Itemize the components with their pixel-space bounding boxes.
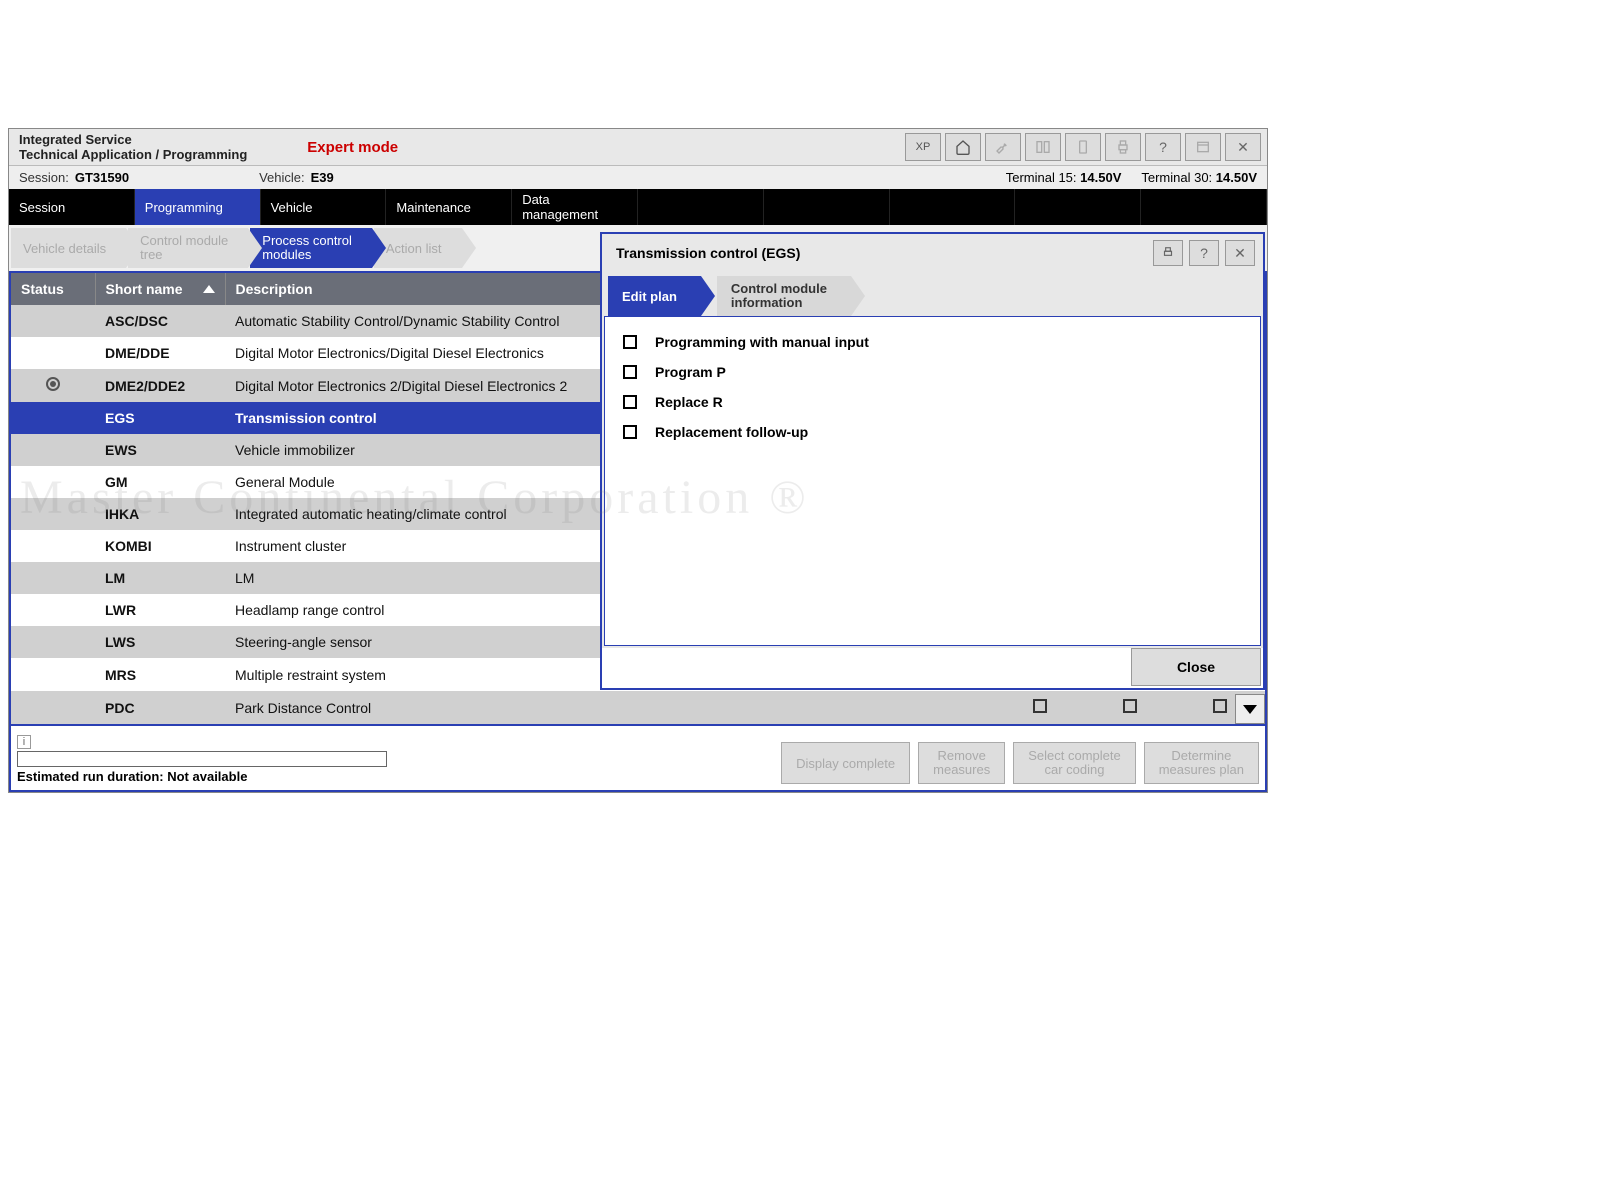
window-icon[interactable] xyxy=(1185,133,1221,161)
app-title-block: Integrated Service Technical Application… xyxy=(9,130,257,164)
sort-asc-icon xyxy=(203,285,215,293)
subtab-module-tree[interactable]: Control moduletree xyxy=(128,228,248,268)
app-title: Integrated Service xyxy=(19,132,247,147)
col-short-name[interactable]: Short name xyxy=(95,273,225,305)
app-subtitle: Technical Application / Programming xyxy=(19,147,247,162)
layout-icon[interactable] xyxy=(1025,133,1061,161)
tab-blank xyxy=(638,189,764,225)
xp-button[interactable]: XP xyxy=(905,133,941,161)
vehicle-value: E39 xyxy=(311,170,334,185)
btn-display-complete[interactable]: Display complete xyxy=(781,742,910,784)
short-name: LM xyxy=(95,562,225,594)
tab-session[interactable]: Session xyxy=(9,189,135,225)
checkbox-icon[interactable] xyxy=(1123,699,1137,713)
estimated-duration: Estimated run duration: Not available xyxy=(17,769,773,784)
option-row[interactable]: Replacement follow-up xyxy=(619,417,1246,447)
session-label: Session: xyxy=(9,170,75,185)
col-status[interactable]: Status xyxy=(11,273,95,305)
radio-icon[interactable] xyxy=(46,377,60,391)
btn-select-car-coding[interactable]: Select completecar coding xyxy=(1013,742,1136,784)
checkbox-icon[interactable] xyxy=(1033,699,1047,713)
btn-determine-plan[interactable]: Determinemeasures plan xyxy=(1144,742,1259,784)
short-name: EGS xyxy=(95,402,225,434)
option-label: Programming with manual input xyxy=(655,334,869,350)
tab-vehicle[interactable]: Vehicle xyxy=(261,189,387,225)
tab-data-management[interactable]: Data management xyxy=(512,189,638,225)
subtab-vehicle-details[interactable]: Vehicle details xyxy=(11,228,126,268)
subtab-action-list[interactable]: Action list xyxy=(374,228,462,268)
tab-maintenance[interactable]: Maintenance xyxy=(386,189,512,225)
short-name: EWS xyxy=(95,434,225,466)
option-row[interactable]: Replace R xyxy=(619,387,1246,417)
close-button[interactable]: Close xyxy=(1131,648,1261,686)
short-name: GM xyxy=(95,466,225,498)
option-label: Replacement follow-up xyxy=(655,424,808,440)
tab-blank xyxy=(764,189,890,225)
panel-tab-edit-plan[interactable]: Edit plan xyxy=(608,276,701,316)
panel-print-icon[interactable] xyxy=(1153,240,1183,266)
panel-body: Programming with manual input Program P … xyxy=(604,316,1261,646)
tab-blank xyxy=(1141,189,1267,225)
table-row[interactable]: PDCPark Distance Control xyxy=(11,691,1265,724)
vehicle-label: Vehicle: xyxy=(249,170,311,185)
expert-mode-label: Expert mode xyxy=(307,139,398,156)
title-bar: Integrated Service Technical Application… xyxy=(9,129,1267,165)
device-icon[interactable] xyxy=(1065,133,1101,161)
footer-bar: i Estimated run duration: Not available … xyxy=(9,726,1267,792)
option-label: Replace R xyxy=(655,394,723,410)
checkbox-icon[interactable] xyxy=(623,335,637,349)
short-name: DME/DDE xyxy=(95,337,225,369)
option-row[interactable]: Program P xyxy=(619,357,1246,387)
term30-label: Terminal 30: xyxy=(1141,170,1212,185)
scroll-down-button[interactable] xyxy=(1235,694,1265,724)
subtab-process-modules[interactable]: Process controlmodules xyxy=(250,228,372,268)
main-tab-bar: Session Programming Vehicle Maintenance … xyxy=(9,189,1267,225)
short-name: MRS xyxy=(95,658,225,691)
panel-footer: Close xyxy=(602,648,1263,688)
session-bar: Session: GT31590 Vehicle: E39 Terminal 1… xyxy=(9,165,1267,189)
edit-panel: Transmission control (EGS) ? ✕ Edit plan… xyxy=(600,232,1265,690)
wrench-icon[interactable] xyxy=(985,133,1021,161)
checkbox-icon[interactable] xyxy=(1213,699,1227,713)
term30-value: 14.50V xyxy=(1216,170,1257,185)
short-name: IHKA xyxy=(95,498,225,530)
panel-header: Transmission control (EGS) ? ✕ xyxy=(602,234,1263,272)
short-name: LWR xyxy=(95,594,225,626)
short-name: PDC xyxy=(95,691,225,724)
checkbox-icon[interactable] xyxy=(623,395,637,409)
option-label: Program P xyxy=(655,364,726,380)
short-name: ASC/DSC xyxy=(95,305,225,337)
print-icon[interactable] xyxy=(1105,133,1141,161)
checkbox-icon[interactable] xyxy=(623,365,637,379)
panel-close-icon[interactable]: ✕ xyxy=(1225,240,1255,266)
panel-title: Transmission control (EGS) xyxy=(610,245,1147,261)
btn-remove-measures[interactable]: Removemeasures xyxy=(918,742,1005,784)
session-value: GT31590 xyxy=(75,170,129,185)
help-icon[interactable]: ? xyxy=(1145,133,1181,161)
tab-blank xyxy=(1015,189,1141,225)
toolbar-icons: XP ? ✕ xyxy=(905,133,1267,161)
progress-bar xyxy=(17,751,387,767)
close-icon[interactable]: ✕ xyxy=(1225,133,1261,161)
short-name: DME2/DDE2 xyxy=(95,369,225,402)
short-name: LWS xyxy=(95,626,225,658)
option-row[interactable]: Programming with manual input xyxy=(619,327,1246,357)
short-name: KOMBI xyxy=(95,530,225,562)
term15-value: 14.50V xyxy=(1080,170,1121,185)
checkbox-icon[interactable] xyxy=(623,425,637,439)
home-icon[interactable] xyxy=(945,133,981,161)
term15-label: Terminal 15: xyxy=(1006,170,1077,185)
panel-tab-bar: Edit plan Control moduleinformation xyxy=(602,272,1263,316)
description: Park Distance Control xyxy=(225,691,995,724)
tab-blank xyxy=(890,189,1016,225)
panel-help-icon[interactable]: ? xyxy=(1189,240,1219,266)
tab-programming[interactable]: Programming xyxy=(135,189,261,225)
panel-tab-module-info[interactable]: Control moduleinformation xyxy=(717,276,851,316)
info-icon[interactable]: i xyxy=(17,735,31,749)
